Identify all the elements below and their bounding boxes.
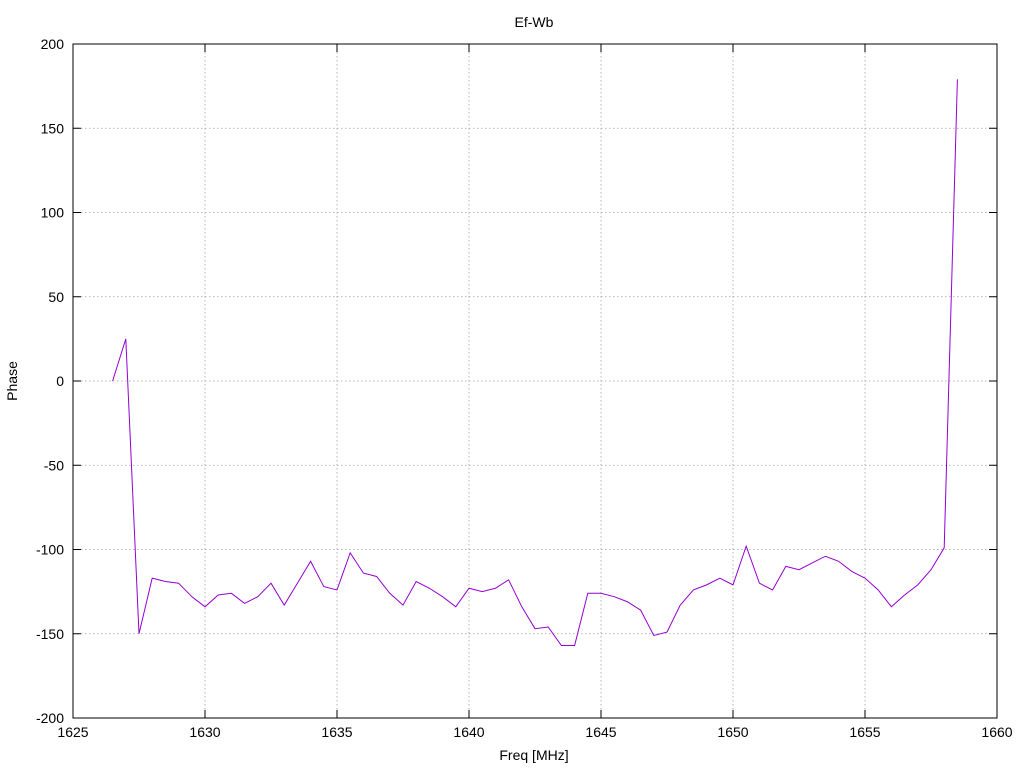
y-tick-label: -200 [36,710,64,726]
x-tick-label: 1635 [321,724,352,740]
data-point [917,584,918,585]
data-point [389,593,390,594]
data-point [284,605,285,606]
data-point [336,589,337,590]
y-tick-label: 150 [41,120,65,136]
data-point [508,579,509,580]
data-point [468,588,469,589]
data-point [138,633,139,634]
data-point [442,596,443,597]
y-tick-label: 200 [41,36,65,52]
data-point [680,605,681,606]
data-point [587,593,588,594]
data-point [944,547,945,548]
data-point [178,583,179,584]
data-point [798,569,799,570]
phase-chart: 1625 1630 1635 1640 1645 1650 1655 1660 -200 -150… [4,14,1013,763]
x-tick-label: 1625 [57,724,88,740]
data-point [350,552,351,553]
data-point [244,603,245,604]
data-point [561,645,562,646]
data-point [165,581,166,582]
x-tick-label: 1645 [585,724,616,740]
data-point [534,628,535,629]
series-line-0 [112,79,958,647]
grid-layer [73,44,997,718]
data-point [930,569,931,570]
data-point [891,606,892,607]
data-point [548,626,549,627]
data-point [614,596,615,597]
tick-layer: 1625 1630 1635 1640 1645 1650 1655 1660 -200 -150… [36,36,1013,740]
y-tick-label: 50 [48,289,64,305]
data-point [838,561,839,562]
y-tick-label: 100 [41,205,65,221]
chart-root: 1625 1630 1635 1640 1645 1650 1655 1660 -200 -150… [0,0,1024,768]
data-point [429,588,430,589]
data-point [218,594,219,595]
data-point [125,338,126,339]
data-point [904,594,905,595]
x-tick-label: 1650 [717,724,748,740]
data-point [270,583,271,584]
data-point [957,79,958,80]
data-point [310,561,311,562]
y-tick-label: -150 [36,626,64,642]
data-point [746,546,747,547]
data-point [627,601,628,602]
data-point [521,606,522,607]
data-point [191,596,192,597]
data-point [785,566,786,567]
data-point [204,606,205,607]
data-point [257,596,258,597]
data-point [772,589,773,590]
data-point [732,584,733,585]
data-point [706,584,707,585]
x-tick-label: 1660 [981,724,1012,740]
data-point [666,631,667,632]
data-point [759,583,760,584]
data-point [812,562,813,563]
data-point [152,578,153,579]
data-point [482,591,483,592]
data-point [851,571,852,572]
x-tick-label: 1640 [453,724,484,740]
y-tick-label: 0 [56,373,64,389]
data-point [693,589,694,590]
y-axis-label: Phase [4,361,20,401]
data-point [297,583,298,584]
y-tick-label: -50 [44,457,64,473]
data-point [231,593,232,594]
data-point [825,556,826,557]
y-tick-label: -100 [36,542,64,558]
data-point [574,645,575,646]
data-point [402,605,403,606]
data-point [878,589,879,590]
data-point [653,635,654,636]
data-point [416,581,417,582]
x-tick-label: 1630 [189,724,220,740]
data-point [376,576,377,577]
data-point [455,606,456,607]
x-tick-label: 1655 [849,724,880,740]
data-point [719,578,720,579]
label-layer: Ef-Wb Freq [MHz] Phase [4,14,569,763]
data-point [640,610,641,611]
series-layer [112,79,958,647]
data-point [363,572,364,573]
data-point [600,593,601,594]
chart-title: Ef-Wb [515,14,554,30]
data-point [112,380,113,381]
data-point [495,588,496,589]
data-point [323,586,324,587]
data-point [864,578,865,579]
x-axis-label: Freq [MHz] [499,747,568,763]
